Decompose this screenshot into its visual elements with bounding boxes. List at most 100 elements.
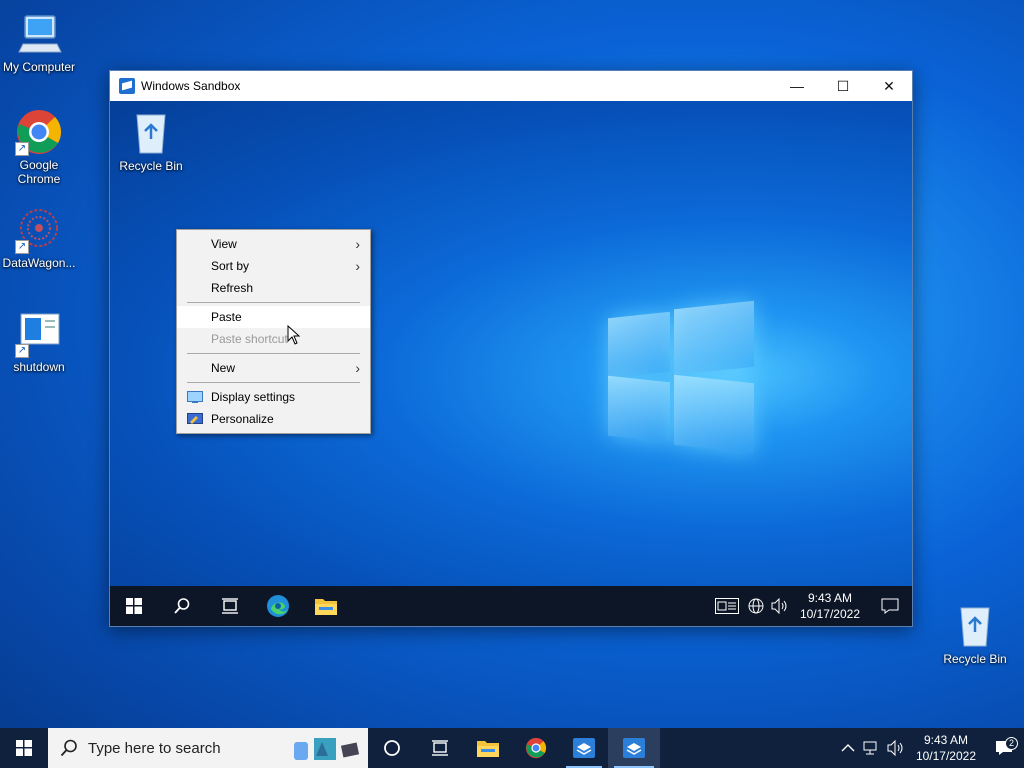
display-settings-icon xyxy=(187,391,203,403)
task-view-button[interactable] xyxy=(416,728,464,768)
sandbox-window: Windows Sandbox — ☐ ✕ Recycle Bin View ›… xyxy=(109,70,913,627)
window-title: Windows Sandbox xyxy=(141,79,241,93)
volume-icon[interactable] xyxy=(884,740,908,756)
news-widget-icon[interactable] xyxy=(710,598,744,614)
folder-icon xyxy=(315,599,337,615)
computer-icon xyxy=(15,10,63,58)
sandbox-taskbar-button[interactable] xyxy=(560,728,608,768)
taskbar-clock[interactable]: 9:43 AM 10/17/2022 xyxy=(908,732,984,764)
desktop-icon-recycle-bin[interactable]: Recycle Bin xyxy=(936,602,1014,666)
mouse-cursor-icon xyxy=(287,325,301,345)
desktop-icon-label: Google Chrome xyxy=(17,158,61,186)
sandbox-desktop[interactable]: Recycle Bin View › Sort by › Refresh Pas… xyxy=(110,101,912,626)
start-button[interactable] xyxy=(0,728,48,768)
menu-item-paste-shortcut: Paste shortcut xyxy=(177,328,370,350)
recycle-bin-icon xyxy=(951,602,999,650)
menu-item-refresh[interactable]: Refresh xyxy=(177,277,370,299)
recycle-bin-label: Recycle Bin xyxy=(119,159,183,173)
menu-separator xyxy=(187,382,360,383)
shortcut-arrow-icon: ↗ xyxy=(15,344,29,358)
search-box[interactable]: Type here to search xyxy=(48,728,368,768)
menu-item-label: New xyxy=(211,361,236,375)
close-button[interactable]: ✕ xyxy=(866,71,912,101)
menu-item-new[interactable]: New › xyxy=(177,357,370,379)
action-center-button[interactable]: 2 xyxy=(984,737,1024,756)
taskbar: Type here to search 9:43 AM 10/17/2022 2 xyxy=(0,728,1024,768)
network-icon[interactable] xyxy=(860,740,884,756)
file-explorer-button[interactable] xyxy=(464,728,512,768)
search-icon xyxy=(174,598,190,614)
maximize-button[interactable]: ☐ xyxy=(820,71,866,101)
clock-time: 9:43 AM xyxy=(923,733,968,747)
menu-item-label: Paste xyxy=(211,310,242,324)
sandbox-icon xyxy=(623,738,645,758)
chevron-right-icon: › xyxy=(355,236,360,252)
windows-start-icon xyxy=(16,740,32,756)
sandbox-recycle-bin[interactable]: Recycle Bin xyxy=(112,109,190,173)
task-view-icon xyxy=(432,740,448,756)
shortcut-arrow-icon: ↗ xyxy=(15,142,29,156)
notification-count-badge: 2 xyxy=(1005,737,1018,750)
windows-logo-wallpaper xyxy=(608,300,758,454)
menu-item-label: Personalize xyxy=(211,412,274,426)
menu-separator xyxy=(187,302,360,303)
shutdown-icon: ↗ xyxy=(15,310,63,358)
sandbox-clock[interactable]: 9:43 AM 10/17/2022 xyxy=(792,590,868,622)
cortana-icon xyxy=(384,740,400,756)
folder-icon xyxy=(477,741,499,757)
desktop-icon-google-chrome[interactable]: ↗ Google Chrome xyxy=(0,108,78,186)
desktop-icon-label: Recycle Bin xyxy=(943,652,1007,666)
chevron-right-icon: › xyxy=(355,258,360,274)
personalize-icon xyxy=(187,413,203,424)
sandbox-task-view-button[interactable] xyxy=(206,586,254,626)
menu-separator xyxy=(187,353,360,354)
chrome-icon: ↗ xyxy=(15,108,63,156)
menu-item-sort-by[interactable]: Sort by › xyxy=(177,255,370,277)
system-tray: 9:43 AM 10/17/2022 2 xyxy=(836,728,1024,768)
menu-item-display-settings[interactable]: Display settings xyxy=(177,386,370,408)
chevron-right-icon: › xyxy=(355,360,360,376)
sandbox-edge-button[interactable] xyxy=(254,586,302,626)
search-icon xyxy=(60,739,77,757)
menu-item-label: Display settings xyxy=(211,390,296,404)
windows-start-icon xyxy=(126,598,142,614)
task-view-icon xyxy=(222,598,238,614)
menu-item-paste[interactable]: Paste xyxy=(177,306,370,328)
title-bar[interactable]: Windows Sandbox — ☐ ✕ xyxy=(110,71,912,101)
desktop-icon-label: DataWagon... xyxy=(2,256,76,270)
shortcut-arrow-icon: ↗ xyxy=(15,240,29,254)
sandbox-system-tray: 9:43 AM 10/17/2022 xyxy=(710,586,912,626)
search-placeholder: Type here to search xyxy=(88,739,221,757)
show-hidden-icons-icon[interactable] xyxy=(836,743,860,753)
sandbox-taskbar: 9:43 AM 10/17/2022 xyxy=(110,586,912,626)
sandbox-search-button[interactable] xyxy=(158,586,206,626)
menu-item-view[interactable]: View › xyxy=(177,233,370,255)
desktop-icon-datawagon[interactable]: ↗ DataWagon... xyxy=(0,206,78,270)
edge-icon xyxy=(267,595,289,617)
clock-date: 10/17/2022 xyxy=(799,607,860,621)
context-menu: View › Sort by › Refresh Paste Paste sho… xyxy=(176,229,371,434)
desktop-icon-shutdown[interactable]: ↗ shutdown xyxy=(0,310,78,374)
menu-item-personalize[interactable]: Personalize xyxy=(177,408,370,430)
chrome-taskbar-button[interactable] xyxy=(512,728,560,768)
notification-icon[interactable] xyxy=(868,598,912,614)
sandbox-file-explorer-button[interactable] xyxy=(302,586,350,626)
desktop-icon-label: My Computer xyxy=(2,60,76,74)
volume-icon[interactable] xyxy=(768,598,792,614)
recycle-bin-icon xyxy=(127,109,175,157)
network-globe-icon[interactable] xyxy=(744,598,768,614)
clock-date: 10/17/2022 xyxy=(915,749,976,763)
sandbox-app-icon xyxy=(119,78,135,94)
menu-item-label: Refresh xyxy=(211,281,254,295)
datawagon-icon: ↗ xyxy=(15,206,63,254)
chrome-icon xyxy=(525,737,547,759)
desktop-icon-my-computer[interactable]: My Computer xyxy=(0,10,78,74)
sandbox-start-button[interactable] xyxy=(110,586,158,626)
menu-item-label: Paste shortcut xyxy=(211,332,288,346)
minimize-button[interactable]: — xyxy=(774,71,820,101)
cortana-button[interactable] xyxy=(368,728,416,768)
sandbox-active-taskbar-button[interactable] xyxy=(608,728,660,768)
clock-time: 9:43 AM xyxy=(807,591,852,605)
desktop-icon-label: shutdown xyxy=(13,360,65,374)
menu-item-label: View xyxy=(211,237,237,251)
